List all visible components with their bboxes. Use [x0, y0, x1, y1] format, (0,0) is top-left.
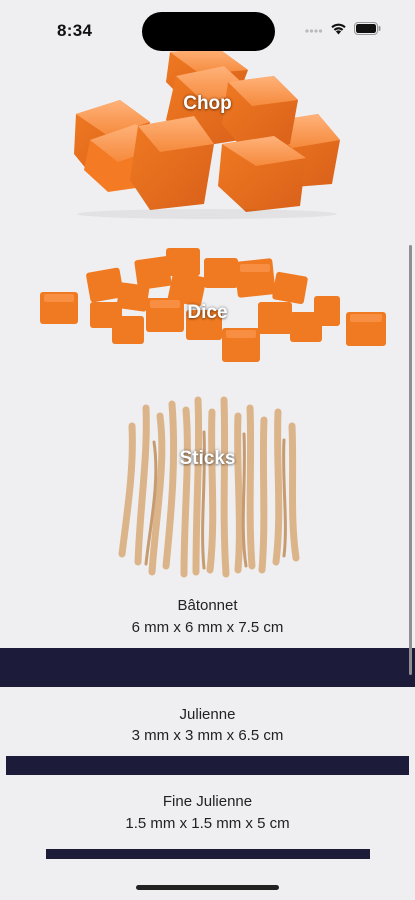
dice-tile[interactable]: Dice — [0, 236, 415, 370]
cut-name-fine-julienne: Fine Julienne — [162, 793, 253, 810]
sticks-label: Sticks — [179, 448, 236, 469]
cut-size-julienne: 3 mm x 3 mm x 6.5 cm — [131, 727, 284, 744]
sticks-tile[interactable]: Sticks — [0, 386, 415, 580]
cut-name-batonnet: Bâtonnet — [177, 597, 238, 614]
cut-size-fine-julienne: 1.5 mm x 1.5 mm x 5 cm — [125, 815, 290, 832]
batonnet-bar — [0, 648, 415, 687]
chop-tile[interactable]: Chop — [0, 44, 415, 220]
cut-name-julienne: Julienne — [179, 706, 236, 723]
battery-icon — [354, 22, 381, 40]
status-icons — [305, 22, 381, 40]
screen: 8:34 Chop Dice Sticks Bâtonnet 6 mm x 6 … — [0, 0, 415, 900]
wifi-icon — [330, 22, 347, 40]
signal-icon — [305, 22, 323, 40]
fine-julienne-bar — [46, 849, 370, 859]
chop-label: Chop — [183, 93, 232, 114]
chopped-squash-image — [74, 48, 340, 219]
scroll-indicator[interactable] — [409, 245, 412, 675]
home-indicator[interactable] — [136, 885, 279, 890]
status-time: 8:34 — [57, 21, 93, 40]
squash-sticks-image — [118, 396, 300, 578]
julienne-bar — [6, 756, 409, 775]
dynamic-island — [142, 12, 275, 51]
cut-size-batonnet: 6 mm x 6 mm x 7.5 cm — [131, 619, 284, 636]
dice-label: Dice — [187, 302, 228, 323]
